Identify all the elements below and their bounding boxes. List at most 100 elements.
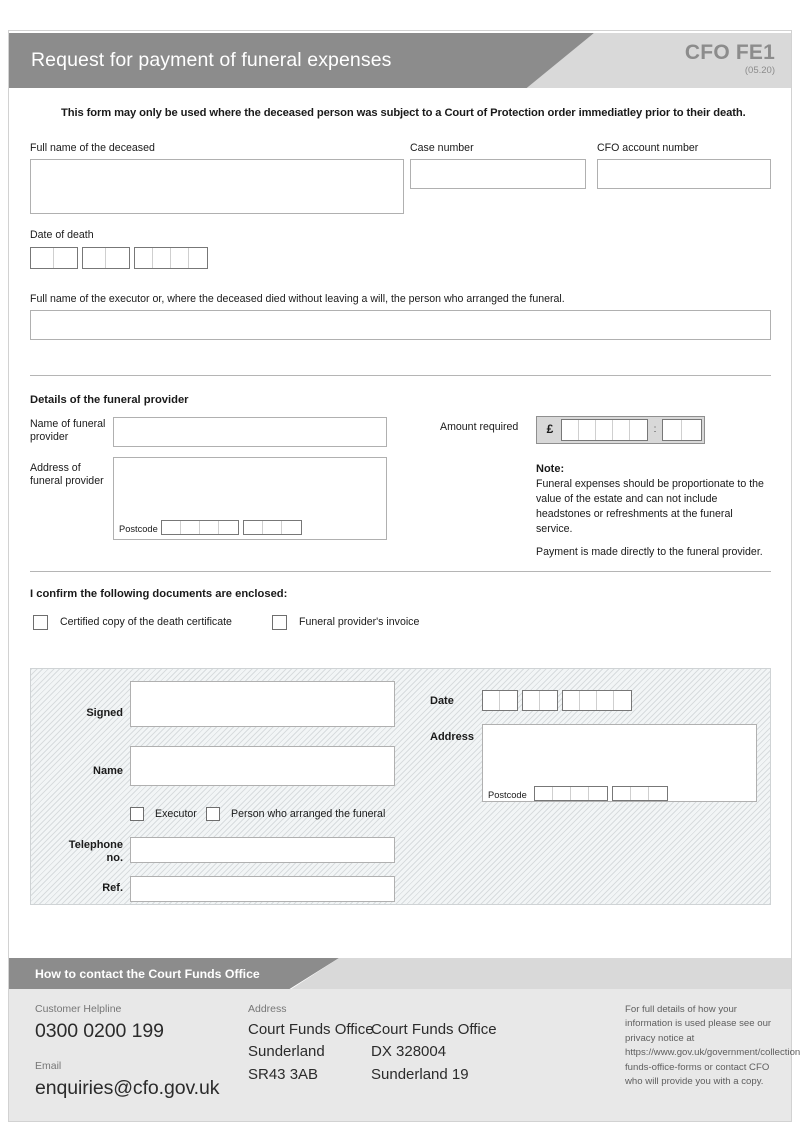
case-number-field: Case number xyxy=(410,142,586,189)
comb-cell[interactable] xyxy=(630,420,647,440)
cfo-account-input[interactable] xyxy=(597,158,771,189)
provider-postcode-outward[interactable] xyxy=(161,520,239,535)
declaration-postcode-inward[interactable] xyxy=(612,786,668,801)
deceased-name-input[interactable] xyxy=(30,158,404,214)
address-block: Address Court Funds Office Sunderland SR… xyxy=(248,1003,497,1087)
declaration-date-day-group[interactable] xyxy=(482,690,518,711)
form-footer: How to contact the Court Funds Office Cu… xyxy=(9,958,800,1121)
comb-cell[interactable] xyxy=(579,420,596,440)
executor-field: Full name of the executor or, where the … xyxy=(30,293,771,340)
comb-cell[interactable] xyxy=(523,691,540,710)
comb-cell[interactable] xyxy=(263,521,282,534)
comb-cell[interactable] xyxy=(200,521,219,534)
comb-cell[interactable] xyxy=(553,787,571,800)
ref-input[interactable] xyxy=(130,876,395,902)
amount-required-field[interactable]: £ : xyxy=(536,416,705,444)
note-text-2: Payment is made directly to the funeral … xyxy=(536,546,763,559)
comb-cell[interactable] xyxy=(682,420,701,440)
declaration-date-comb[interactable] xyxy=(482,690,632,711)
role-option-arranger[interactable]: Person who arranged the funeral xyxy=(206,807,385,821)
date-of-death-year-group[interactable] xyxy=(134,246,208,269)
comb-cell[interactable] xyxy=(106,248,129,268)
provider-postcode-inward[interactable] xyxy=(243,520,302,535)
signed-input[interactable] xyxy=(130,681,395,727)
declaration-postcode-comb[interactable] xyxy=(534,786,668,801)
date-of-death-month-group[interactable] xyxy=(82,246,130,269)
comb-cell[interactable] xyxy=(500,691,517,710)
email-block: Email enquiries@cfo.gov.uk xyxy=(35,1060,219,1100)
date-of-death-field: Date of death xyxy=(30,229,208,269)
provider-postcode-comb[interactable] xyxy=(161,520,302,535)
declaration-date-month-group[interactable] xyxy=(522,690,558,711)
comb-cell[interactable] xyxy=(649,787,667,800)
amount-pounds-group[interactable] xyxy=(561,419,648,441)
comb-cell[interactable] xyxy=(589,787,607,800)
amount-pence-group[interactable] xyxy=(662,419,702,441)
comb-cell[interactable] xyxy=(244,521,263,534)
declaration-date-year-group[interactable] xyxy=(562,690,632,711)
form-code-block: CFO FE1 (05.20) xyxy=(685,41,775,76)
note-title: Note: xyxy=(536,463,565,475)
document-label-2: Funeral provider's invoice xyxy=(299,616,420,629)
comb-cell[interactable] xyxy=(596,420,613,440)
email-address[interactable]: enquiries@cfo.gov.uk xyxy=(35,1076,219,1100)
form-header: Request for payment of funeral expenses … xyxy=(9,33,791,88)
comb-cell[interactable] xyxy=(535,787,553,800)
comb-cell[interactable] xyxy=(614,691,631,710)
footer-title: How to contact the Court Funds Office xyxy=(35,966,260,981)
provider-address-label: Address of funeral provider xyxy=(30,462,104,487)
checkbox-provider-invoice[interactable] xyxy=(272,615,287,630)
role-label-arranger: Person who arranged the funeral xyxy=(231,807,386,820)
declaration-postcode-outward[interactable] xyxy=(534,786,608,801)
comb-cell[interactable] xyxy=(219,521,238,534)
documents-title: I confirm the following documents are en… xyxy=(30,588,288,600)
checkbox-death-certificate[interactable] xyxy=(33,615,48,630)
provider-name-input[interactable] xyxy=(113,417,387,447)
comb-cell[interactable] xyxy=(83,247,106,268)
name-input[interactable] xyxy=(130,746,395,786)
comb-cell[interactable] xyxy=(153,247,171,268)
dx-line-1: Court Funds Office xyxy=(371,1020,497,1038)
page-title: Request for payment of funeral expenses xyxy=(31,49,392,71)
address-column-postal: Court Funds Office Sunderland SR43 3AB xyxy=(248,1019,374,1087)
comb-cell[interactable] xyxy=(613,420,630,440)
provider-name-label: Name of funeral provider xyxy=(30,418,106,443)
comb-cell[interactable] xyxy=(597,691,614,710)
comb-cell[interactable] xyxy=(580,691,597,710)
comb-cell[interactable] xyxy=(571,787,589,800)
comb-cell[interactable] xyxy=(562,420,579,440)
comb-cell[interactable] xyxy=(540,691,557,710)
eligibility-notice: This form may only be used where the dec… xyxy=(61,107,746,119)
date-of-death-day-group[interactable] xyxy=(30,246,78,269)
note-text-1: Funeral expenses should be proportionate… xyxy=(536,477,764,536)
executor-input[interactable] xyxy=(30,309,771,340)
dx-line-3: Sunderland 19 xyxy=(371,1066,469,1084)
dx-line-2: DX 328004 xyxy=(371,1043,447,1061)
comb-cell[interactable] xyxy=(613,787,631,800)
form-page: Request for payment of funeral expenses … xyxy=(0,0,800,1130)
helpline-block: Customer Helpline 0300 0200 199 xyxy=(35,1003,164,1043)
comb-cell[interactable] xyxy=(54,248,77,268)
decimal-separator-icon: : xyxy=(653,423,657,435)
comb-cell[interactable] xyxy=(171,247,189,268)
cfo-account-field: CFO account number xyxy=(597,142,771,189)
checkbox-arranger[interactable] xyxy=(206,807,220,821)
checkbox-executor[interactable] xyxy=(130,807,144,821)
document-checkbox-row-2[interactable]: Funeral provider's invoice xyxy=(272,615,419,630)
declaration-postcode-label: Postcode xyxy=(488,790,527,800)
telephone-input[interactable] xyxy=(130,837,395,863)
comb-cell[interactable] xyxy=(663,420,682,440)
role-option-executor[interactable]: Executor xyxy=(130,807,197,821)
comb-cell[interactable] xyxy=(189,248,207,268)
comb-cell[interactable] xyxy=(135,247,153,268)
comb-cell[interactable] xyxy=(563,691,580,710)
document-checkbox-row-1[interactable]: Certified copy of the death certificate xyxy=(33,615,232,630)
comb-cell[interactable] xyxy=(483,691,500,710)
date-of-death-comb[interactable] xyxy=(30,246,208,269)
comb-cell[interactable] xyxy=(162,521,181,534)
comb-cell[interactable] xyxy=(181,521,200,534)
case-number-input[interactable] xyxy=(410,158,586,189)
comb-cell[interactable] xyxy=(631,787,649,800)
comb-cell[interactable] xyxy=(282,521,301,534)
comb-cell[interactable] xyxy=(31,247,54,268)
